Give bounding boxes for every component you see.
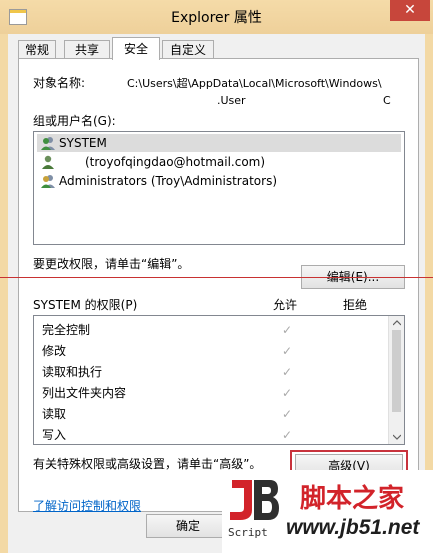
- user-name: SYSTEM: [59, 136, 107, 150]
- site-name-cn: 脚本之家: [300, 484, 405, 514]
- deny-header: 拒绝: [343, 298, 368, 312]
- groups-label: 组或用户名(G):: [33, 114, 116, 128]
- user-name: (troyofqingdao@hotmail.com): [85, 155, 266, 169]
- learn-access-control-link[interactable]: 了解访问控制和权限: [33, 497, 141, 514]
- users-list[interactable]: SYSTEM (troyofqingdao@hotmail.com) Admin…: [33, 131, 405, 245]
- permission-row: 完全控制 ✓: [42, 320, 382, 340]
- title-bar: Explorer 属性 ✕: [0, 0, 433, 34]
- permission-name: 写入: [42, 428, 67, 442]
- user-row-system[interactable]: SYSTEM: [37, 134, 401, 152]
- allow-header: 允许: [273, 298, 298, 312]
- user-row-administrators[interactable]: Administrators (Troy\Administrators): [37, 172, 401, 190]
- tab-sharing[interactable]: 共享: [64, 40, 110, 59]
- permission-name: 读取: [42, 407, 67, 421]
- tab-security[interactable]: 安全: [112, 37, 160, 60]
- object-path-line2-tail: C: [383, 94, 391, 107]
- user-group-icon: [41, 175, 55, 188]
- watermark: Script 脚本之家 www.jb51.net: [222, 470, 433, 553]
- jb51-logo-icon: [224, 474, 280, 528]
- allow-check-icon: ✓: [282, 386, 293, 400]
- permission-row: 读取和执行 ✓: [42, 362, 382, 382]
- change-hint: 要更改权限，请单击“编辑”。: [33, 257, 190, 271]
- window-title: Explorer 属性: [171, 10, 262, 26]
- logo-subtext: Script: [228, 526, 268, 539]
- tab-customize[interactable]: 自定义: [162, 40, 214, 59]
- allow-check-icon: ✓: [282, 428, 293, 442]
- user-group-icon: [41, 137, 55, 150]
- allow-check-icon: ✓: [282, 344, 293, 358]
- permission-name: 修改: [42, 344, 67, 358]
- allow-check-icon: ✓: [282, 407, 293, 421]
- permission-row: 写入 ✓: [42, 425, 382, 444]
- permission-row: 读取 ✓: [42, 404, 382, 424]
- allow-check-icon: ✓: [282, 365, 293, 379]
- close-button[interactable]: ✕: [390, 0, 430, 21]
- permission-name: 读取和执行: [42, 365, 103, 379]
- scroll-up-arrow-icon[interactable]: [393, 320, 401, 326]
- security-panel: 对象名称: C:\Users\超\AppData\Local\Microsoft…: [18, 58, 419, 514]
- scroll-down-arrow-icon[interactable]: [393, 434, 401, 440]
- tab-general[interactable]: 常规: [18, 40, 56, 59]
- object-name-label: 对象名称:: [33, 76, 86, 90]
- user-row-troy[interactable]: (troyofqingdao@hotmail.com): [37, 153, 401, 171]
- site-url: www.jb51.net: [286, 516, 420, 539]
- user-name: Administrators (Troy\Administrators): [59, 174, 278, 188]
- ok-button[interactable]: 确定: [146, 514, 230, 538]
- red-guide-line: [0, 277, 433, 278]
- permissions-scrollbar[interactable]: [388, 316, 404, 444]
- user-icon: [42, 155, 54, 169]
- permission-row: 修改 ✓: [42, 341, 382, 361]
- object-path-line2: .User: [217, 94, 246, 107]
- object-path-line1: C:\Users\超\AppData\Local\Microsoft\Windo…: [127, 77, 382, 90]
- permissions-label: SYSTEM 的权限(P): [33, 298, 138, 312]
- allow-check-icon: ✓: [282, 323, 293, 337]
- permission-name: 完全控制: [42, 323, 91, 337]
- permission-name: 列出文件夹内容: [42, 386, 127, 400]
- permissions-list[interactable]: 完全控制 ✓ 修改 ✓ 读取和执行 ✓ 列出文件夹内容 ✓ 读取 ✓ 写入 ✓: [33, 315, 405, 445]
- permission-row: 列出文件夹内容 ✓: [42, 383, 382, 403]
- scrollbar-thumb[interactable]: [392, 330, 401, 412]
